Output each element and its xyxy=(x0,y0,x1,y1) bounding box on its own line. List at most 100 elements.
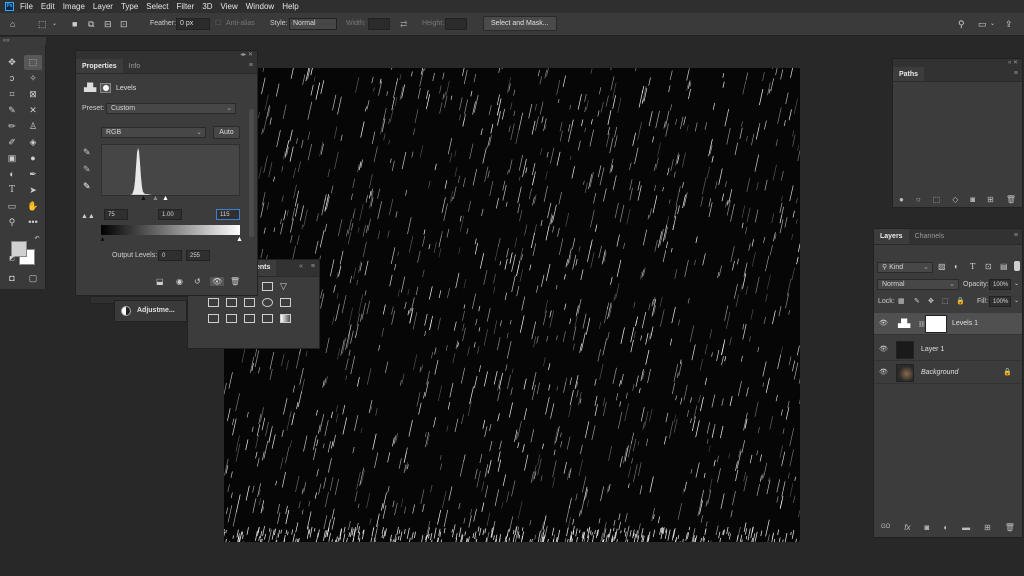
quick-mask-icon[interactable]: ◘ xyxy=(3,271,21,286)
blur-tool-icon[interactable]: ● xyxy=(24,151,42,166)
input-black-slider-icon[interactable]: ▲ xyxy=(140,195,147,202)
stamp-tool-icon[interactable]: ♙ xyxy=(24,119,42,134)
menu-type[interactable]: Type xyxy=(121,2,138,11)
layer-row-background[interactable]: 👁 Background 🔒 xyxy=(874,362,1022,384)
menu-3d[interactable]: 3D xyxy=(202,2,212,11)
eye-icon[interactable]: 👁 xyxy=(879,346,888,353)
eye-icon[interactable]: 👁 xyxy=(879,320,888,327)
move-tool-icon[interactable]: ✥ xyxy=(3,55,21,70)
fill-field[interactable]: 100% xyxy=(989,296,1011,307)
marquee-tool-icon[interactable]: ⬚ xyxy=(24,55,42,70)
lock-transparent-icon[interactable]: ▦ xyxy=(898,297,905,305)
trash-icon[interactable]: 🗑 xyxy=(1005,523,1015,532)
lock-icon[interactable]: 🔒 xyxy=(1003,368,1012,376)
search-icon[interactable]: ⚲ xyxy=(958,18,965,30)
scrollbar[interactable] xyxy=(249,109,254,237)
tab-properties[interactable]: Properties xyxy=(76,59,123,73)
color-balance-icon[interactable] xyxy=(244,298,255,307)
visibility-icon[interactable]: 👁 xyxy=(210,277,225,286)
filter-type-icon[interactable]: T xyxy=(970,262,975,271)
intersect-selection-icon[interactable]: ⊡ xyxy=(120,18,128,30)
clip-to-layer-icon[interactable]: ⬓ xyxy=(156,277,164,286)
hand-tool-icon[interactable]: ✋ xyxy=(24,199,42,214)
panel-menu-icon[interactable]: ≡ xyxy=(1014,232,1018,239)
fx-icon[interactable]: fx xyxy=(904,523,910,532)
swap-icon[interactable]: ⇄ xyxy=(400,18,408,30)
photo-filter-icon[interactable] xyxy=(280,298,291,307)
gray-eyedropper-icon[interactable]: ✎ xyxy=(83,164,91,175)
default-colors-icon[interactable]: ◩ xyxy=(3,255,21,264)
invert-icon[interactable] xyxy=(208,314,219,323)
filter-smart-icon[interactable]: ▤ xyxy=(1000,262,1008,271)
magic-wand-icon[interactable]: ✧ xyxy=(24,71,42,86)
marquee-preset-icon[interactable]: ⬚ xyxy=(38,18,47,30)
posterize-icon[interactable] xyxy=(226,314,237,323)
eyedropper-icon[interactable]: ✎ xyxy=(3,103,21,118)
gradient-adj-icon[interactable] xyxy=(280,314,291,323)
screen-mode-icon[interactable]: ▢ xyxy=(24,271,42,286)
more-tools-icon[interactable]: ••• xyxy=(24,215,42,230)
lock-image-icon[interactable]: ✎ xyxy=(914,297,920,305)
gradient-tool-icon[interactable]: ▣ xyxy=(3,151,21,166)
tab-paths[interactable]: Paths xyxy=(893,67,925,81)
lock-position-icon[interactable]: ✥ xyxy=(928,297,934,305)
collapse-icon[interactable]: « xyxy=(299,263,303,270)
home-icon[interactable]: ⌂ xyxy=(10,18,15,30)
swap-colors-icon[interactable]: ↶ xyxy=(28,235,46,244)
brush-tool-icon[interactable]: ✏ xyxy=(3,119,21,134)
filter-adjustment-icon[interactable]: ◐ xyxy=(954,262,959,271)
hue-saturation-icon[interactable] xyxy=(226,298,237,307)
mask-icon[interactable] xyxy=(100,83,111,93)
stroke-path-icon[interactable]: ○ xyxy=(916,195,921,204)
add-mask-icon[interactable]: ◙ xyxy=(925,523,930,532)
gradient-map-icon[interactable]: ▽ xyxy=(280,282,291,291)
clip-warning-icon[interactable]: ▲▲ xyxy=(81,213,95,220)
chevron-down-icon[interactable]: ⌄ xyxy=(52,18,57,30)
lock-artboard-icon[interactable]: ⬚ xyxy=(942,297,949,305)
crop-tool-icon[interactable]: ⌗ xyxy=(3,87,21,102)
reset-icon[interactable]: ↺ xyxy=(194,277,201,286)
style-select[interactable]: Normal xyxy=(289,18,337,30)
zoom-tool-icon[interactable]: ⚲ xyxy=(3,215,21,230)
panel-collapse-bar[interactable]: « ✕ xyxy=(893,59,1022,67)
layer-row-levels[interactable]: 👁 ▟▙ ⛓ Levels 1 xyxy=(874,313,1022,335)
chevron-down-icon[interactable]: ⌄ xyxy=(990,18,995,30)
folder-icon[interactable]: ▬ xyxy=(962,523,970,532)
output-black-slider-icon[interactable]: ▲ xyxy=(99,236,106,243)
select-and-mask-button[interactable]: Select and Mask... xyxy=(483,16,557,31)
pen-tool-icon[interactable]: ✒ xyxy=(24,167,42,182)
menu-filter[interactable]: Filter xyxy=(177,2,195,11)
layer-row-layer1[interactable]: 👁 Layer 1 xyxy=(874,339,1022,361)
threshold-icon[interactable] xyxy=(244,314,255,323)
output-white-field[interactable]: 255 xyxy=(186,250,210,261)
output-white-slider-icon[interactable]: ▲ xyxy=(236,236,243,243)
input-white-slider-icon[interactable]: ▲ xyxy=(162,195,169,202)
height-input[interactable] xyxy=(445,18,467,30)
filter-toggle[interactable] xyxy=(1014,261,1020,271)
chevron-down-icon[interactable]: ⌄ xyxy=(1014,280,1019,287)
vibrance-icon[interactable] xyxy=(208,298,219,307)
panel-menu-icon[interactable]: ≡ xyxy=(249,62,253,69)
input-gray-slider-icon[interactable]: ▲ xyxy=(152,195,159,202)
black-white-icon[interactable] xyxy=(262,298,273,307)
new-selection-icon[interactable]: ■ xyxy=(72,18,77,30)
menu-help[interactable]: Help xyxy=(282,2,298,11)
trash-icon[interactable]: 🗑 xyxy=(1006,195,1016,204)
menu-window[interactable]: Window xyxy=(246,2,274,11)
new-path-icon[interactable]: ⊞ xyxy=(987,195,994,204)
chevron-down-icon[interactable]: ⌄ xyxy=(1014,297,1019,304)
history-brush-icon[interactable]: ✐ xyxy=(3,135,21,150)
menu-view[interactable]: View xyxy=(221,2,238,11)
trash-icon[interactable]: 🗑 xyxy=(230,277,240,286)
channel-select[interactable]: RGB ⌄ xyxy=(101,127,206,138)
tab-info[interactable]: Info xyxy=(123,59,147,73)
preset-select[interactable]: Custom ⌄ xyxy=(106,103,236,114)
black-eyedropper-icon[interactable]: ✎ xyxy=(83,147,91,158)
layer-filter-select[interactable]: ⚲ Kind ⌄ xyxy=(877,262,933,273)
menu-file[interactable]: File xyxy=(20,2,33,11)
link-layers-icon[interactable]: GO xyxy=(881,524,890,530)
input-black-field[interactable]: 75 xyxy=(104,209,128,220)
output-black-field[interactable]: 0 xyxy=(158,250,182,261)
make-work-path-icon[interactable]: ◇ xyxy=(952,195,958,204)
lasso-tool-icon[interactable]: ↄ xyxy=(3,71,21,86)
